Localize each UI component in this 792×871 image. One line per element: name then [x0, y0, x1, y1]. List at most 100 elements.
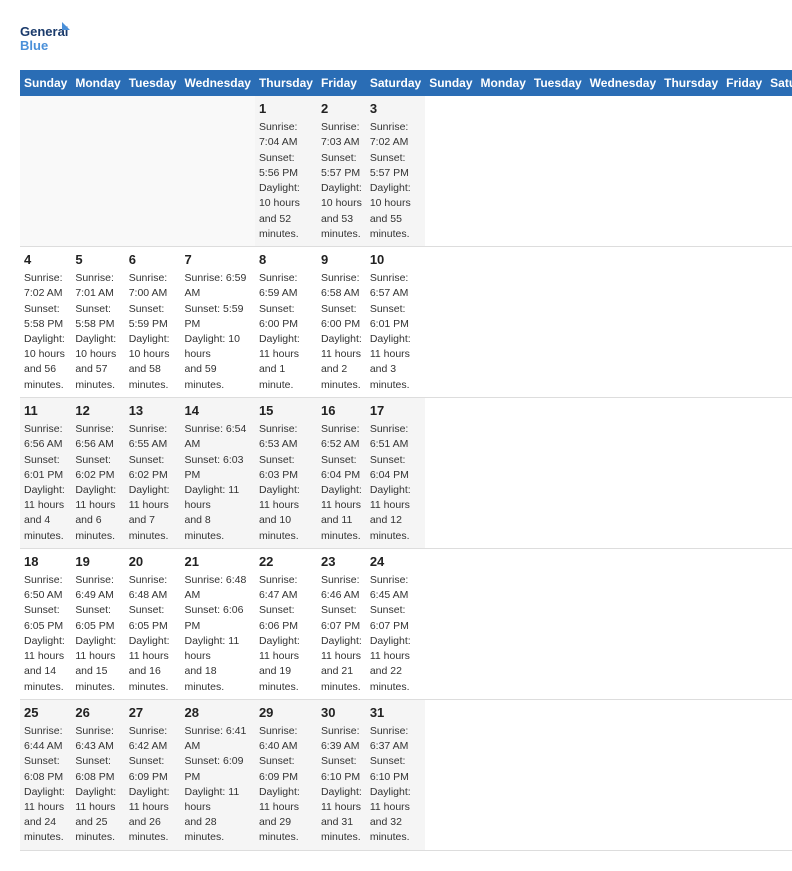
day-number: 30: [321, 704, 362, 722]
day-number: 11: [24, 402, 67, 420]
day-number: 19: [75, 553, 120, 571]
day-number: 10: [370, 251, 421, 269]
day-number: 26: [75, 704, 120, 722]
day-number: 8: [259, 251, 313, 269]
col-header-monday: Monday: [477, 70, 530, 96]
day-info: Sunrise: 7:01 AM Sunset: 5:58 PM Dayligh…: [75, 271, 120, 393]
day-number: 7: [184, 251, 250, 269]
day-cell: 6 Sunrise: 7:00 AM Sunset: 5:59 PM Daylig…: [125, 246, 181, 397]
day-info: Sunrise: 7:00 AM Sunset: 5:59 PM Dayligh…: [129, 271, 177, 393]
col-header-tuesday: Tuesday: [530, 70, 586, 96]
day-number: 12: [75, 402, 120, 420]
day-cell: 10 Sunrise: 6:57 AM Sunset: 6:01 PM Dayli…: [366, 246, 425, 397]
day-info: Sunrise: 6:42 AM Sunset: 6:09 PM Dayligh…: [129, 724, 177, 846]
day-number: 13: [129, 402, 177, 420]
day-info: Sunrise: 6:44 AM Sunset: 6:08 PM Dayligh…: [24, 724, 67, 846]
day-cell: 12 Sunrise: 6:56 AM Sunset: 6:02 PM Dayli…: [71, 397, 124, 548]
day-info: Sunrise: 6:56 AM Sunset: 6:02 PM Dayligh…: [75, 422, 120, 544]
day-cell: 18 Sunrise: 6:50 AM Sunset: 6:05 PM Dayli…: [20, 548, 71, 699]
day-info: Sunrise: 6:47 AM Sunset: 6:06 PM Dayligh…: [259, 573, 313, 695]
day-number: 29: [259, 704, 313, 722]
week-row-4: 18 Sunrise: 6:50 AM Sunset: 6:05 PM Dayli…: [20, 548, 792, 699]
day-info: Sunrise: 6:46 AM Sunset: 6:07 PM Dayligh…: [321, 573, 362, 695]
day-number: 1: [259, 100, 313, 118]
col-header-sunday: Sunday: [425, 70, 476, 96]
day-cell: 1Sunrise: 7:04 AM Sunset: 5:56 PM Daylig…: [255, 96, 317, 246]
day-info: Sunrise: 6:48 AM Sunset: 6:05 PM Dayligh…: [129, 573, 177, 695]
day-info: Sunrise: 6:40 AM Sunset: 6:09 PM Dayligh…: [259, 724, 313, 846]
day-cell: 16 Sunrise: 6:52 AM Sunset: 6:04 PM Dayli…: [317, 397, 366, 548]
day-number: 20: [129, 553, 177, 571]
day-cell: 24 Sunrise: 6:45 AM Sunset: 6:07 PM Dayli…: [366, 548, 425, 699]
day-info: Sunrise: 7:02 AM Sunset: 5:57 PM Dayligh…: [370, 120, 421, 242]
header-sunday: Sunday: [20, 70, 71, 96]
day-number: 5: [75, 251, 120, 269]
day-cell: 23 Sunrise: 6:46 AM Sunset: 6:07 PM Dayli…: [317, 548, 366, 699]
calendar-header-row: SundayMondayTuesdayWednesdayThursdayFrid…: [20, 70, 792, 96]
day-cell: 31Sunrise: 6:37 AM Sunset: 6:10 PM Dayli…: [366, 699, 425, 850]
day-cell: 8Sunrise: 6:59 AM Sunset: 6:00 PM Daylig…: [255, 246, 317, 397]
day-cell: 28 Sunrise: 6:41 AM Sunset: 6:09 PM Dayli…: [180, 699, 254, 850]
calendar-table: SundayMondayTuesdayWednesdayThursdayFrid…: [20, 70, 792, 851]
week-row-3: 11 Sunrise: 6:56 AM Sunset: 6:01 PM Dayli…: [20, 397, 792, 548]
day-number: 22: [259, 553, 313, 571]
day-number: 28: [184, 704, 250, 722]
day-info: Sunrise: 6:51 AM Sunset: 6:04 PM Dayligh…: [370, 422, 421, 544]
header-tuesday: Tuesday: [125, 70, 181, 96]
day-cell: [20, 96, 71, 246]
day-info: Sunrise: 6:41 AM Sunset: 6:09 PM Dayligh…: [184, 724, 250, 846]
day-cell: 5 Sunrise: 7:01 AM Sunset: 5:58 PM Daylig…: [71, 246, 124, 397]
day-info: Sunrise: 6:43 AM Sunset: 6:08 PM Dayligh…: [75, 724, 120, 846]
day-number: 9: [321, 251, 362, 269]
day-cell: 19 Sunrise: 6:49 AM Sunset: 6:05 PM Dayli…: [71, 548, 124, 699]
col-header-wednesday: Wednesday: [586, 70, 660, 96]
page-header: General Blue: [20, 20, 772, 60]
header-wednesday: Wednesday: [180, 70, 254, 96]
day-cell: 22 Sunrise: 6:47 AM Sunset: 6:06 PM Dayli…: [255, 548, 317, 699]
day-cell: 15 Sunrise: 6:53 AM Sunset: 6:03 PM Dayli…: [255, 397, 317, 548]
day-info: Sunrise: 7:03 AM Sunset: 5:57 PM Dayligh…: [321, 120, 362, 242]
day-info: Sunrise: 6:54 AM Sunset: 6:03 PM Dayligh…: [184, 422, 250, 544]
day-number: 24: [370, 553, 421, 571]
col-header-thursday: Thursday: [660, 70, 722, 96]
day-cell: 21 Sunrise: 6:48 AM Sunset: 6:06 PM Dayli…: [180, 548, 254, 699]
day-info: Sunrise: 6:55 AM Sunset: 6:02 PM Dayligh…: [129, 422, 177, 544]
day-number: 14: [184, 402, 250, 420]
day-cell: 11 Sunrise: 6:56 AM Sunset: 6:01 PM Dayli…: [20, 397, 71, 548]
logo-svg: General Blue: [20, 20, 70, 60]
logo: General Blue: [20, 20, 70, 60]
day-cell: 26 Sunrise: 6:43 AM Sunset: 6:08 PM Dayli…: [71, 699, 124, 850]
day-info: Sunrise: 6:56 AM Sunset: 6:01 PM Dayligh…: [24, 422, 67, 544]
week-row-5: 25Sunrise: 6:44 AM Sunset: 6:08 PM Dayli…: [20, 699, 792, 850]
day-info: Sunrise: 6:57 AM Sunset: 6:01 PM Dayligh…: [370, 271, 421, 393]
col-header-friday: Friday: [722, 70, 766, 96]
week-row-2: 4Sunrise: 7:02 AM Sunset: 5:58 PM Daylig…: [20, 246, 792, 397]
day-number: 6: [129, 251, 177, 269]
day-number: 2: [321, 100, 362, 118]
day-number: 23: [321, 553, 362, 571]
day-cell: 27Sunrise: 6:42 AM Sunset: 6:09 PM Dayli…: [125, 699, 181, 850]
day-info: Sunrise: 6:52 AM Sunset: 6:04 PM Dayligh…: [321, 422, 362, 544]
col-header-saturday: Saturday: [766, 70, 792, 96]
day-number: 16: [321, 402, 362, 420]
day-cell: [180, 96, 254, 246]
day-info: Sunrise: 6:45 AM Sunset: 6:07 PM Dayligh…: [370, 573, 421, 695]
day-number: 15: [259, 402, 313, 420]
day-cell: 2 Sunrise: 7:03 AM Sunset: 5:57 PM Daylig…: [317, 96, 366, 246]
header-friday: Friday: [317, 70, 366, 96]
day-cell: 7Sunrise: 6:59 AM Sunset: 5:59 PM Daylig…: [180, 246, 254, 397]
day-info: Sunrise: 7:02 AM Sunset: 5:58 PM Dayligh…: [24, 271, 67, 393]
day-number: 21: [184, 553, 250, 571]
header-monday: Monday: [71, 70, 124, 96]
day-info: Sunrise: 6:53 AM Sunset: 6:03 PM Dayligh…: [259, 422, 313, 544]
day-number: 18: [24, 553, 67, 571]
day-info: Sunrise: 6:50 AM Sunset: 6:05 PM Dayligh…: [24, 573, 67, 695]
day-cell: 29 Sunrise: 6:40 AM Sunset: 6:09 PM Dayli…: [255, 699, 317, 850]
day-cell: 20 Sunrise: 6:48 AM Sunset: 6:05 PM Dayli…: [125, 548, 181, 699]
day-info: Sunrise: 6:58 AM Sunset: 6:00 PM Dayligh…: [321, 271, 362, 393]
day-number: 31: [370, 704, 421, 722]
day-cell: 4Sunrise: 7:02 AM Sunset: 5:58 PM Daylig…: [20, 246, 71, 397]
day-info: Sunrise: 6:48 AM Sunset: 6:06 PM Dayligh…: [184, 573, 250, 695]
week-row-1: 1Sunrise: 7:04 AM Sunset: 5:56 PM Daylig…: [20, 96, 792, 246]
day-info: Sunrise: 6:49 AM Sunset: 6:05 PM Dayligh…: [75, 573, 120, 695]
